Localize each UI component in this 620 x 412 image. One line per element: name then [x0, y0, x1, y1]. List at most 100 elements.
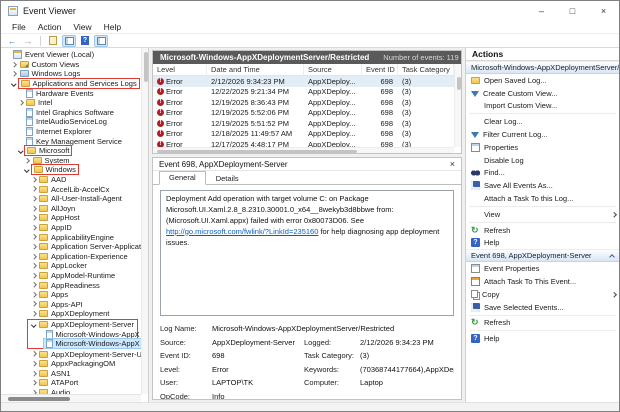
action-help[interactable]: Help [466, 332, 619, 345]
chevron-right-icon[interactable] [18, 100, 23, 106]
column-header-source[interactable]: Source [304, 64, 362, 75]
expand-toggle[interactable] [30, 311, 37, 317]
tree-item-applications-and-services-logs[interactable]: Applications and Services Logs [1, 78, 141, 90]
menu-view[interactable]: View [67, 22, 97, 32]
chevron-down-icon[interactable] [24, 167, 30, 173]
chevron-right-icon[interactable] [31, 370, 36, 376]
scrollbar-thumb[interactable] [157, 149, 357, 153]
list-vertical-scrollbar[interactable] [454, 64, 461, 147]
tree-item-appxpackagingom[interactable]: AppxPackagingOM [1, 359, 141, 369]
event-row[interactable]: Error 12/19/2025 8:36:43 PM AppXDeploy... 6… [153, 97, 454, 108]
tree-item-accellib-accelcx[interactable]: AccelLib-AccelCx [1, 184, 141, 194]
chevron-right-icon[interactable] [11, 61, 17, 67]
action-help[interactable]: Help [466, 237, 619, 250]
expand-toggle[interactable] [30, 272, 37, 278]
expand-toggle[interactable] [30, 292, 37, 298]
expand-toggle[interactable] [11, 61, 18, 67]
collapse-icon[interactable] [609, 254, 615, 260]
console-tree-toggle[interactable] [62, 34, 76, 47]
action-save-all-events-as[interactable]: Save All Events As... [466, 179, 619, 192]
action-create-custom-view[interactable]: Create Custom View... [466, 87, 619, 100]
chevron-right-icon[interactable] [31, 205, 36, 211]
tree-item-hardware-events[interactable]: Hardware Events [1, 88, 141, 98]
tree-item-microsoft-windows-appx[interactable]: Microsoft-Windows-AppX [28, 339, 141, 349]
action-pane-toggle[interactable] [94, 34, 108, 47]
help-button[interactable]: ? [78, 35, 92, 47]
tree-item-intel-graphics-software[interactable]: Intel Graphics Software [1, 107, 141, 118]
tree-item-microsoft-windows-appx[interactable]: Microsoft-Windows-AppX [28, 329, 140, 339]
expand-toggle[interactable] [30, 301, 37, 307]
expand-toggle[interactable] [11, 71, 18, 77]
maximize-button[interactable]: □ [557, 1, 588, 21]
tree-horizontal-scrollbar[interactable] [1, 394, 141, 402]
close-button[interactable]: × [588, 1, 619, 21]
tree-item-apps[interactable]: Apps [1, 290, 141, 300]
minimize-button[interactable]: – [526, 1, 557, 21]
column-header-task-category[interactable]: Task Category [398, 64, 454, 75]
tree-item-appxdeployment[interactable]: AppXDeployment [1, 309, 141, 319]
event-row[interactable]: Error 12/18/2025 11:49:57 AM AppXDeploy...… [153, 129, 454, 140]
chevron-down-icon[interactable] [31, 321, 36, 327]
column-header-event-id[interactable]: Event ID [362, 64, 398, 75]
action-find[interactable]: Find... [466, 167, 619, 180]
event-row[interactable]: Error 12/22/2025 9:21:34 PM AppXDeploy... 6… [153, 87, 454, 98]
tree-item-applocker[interactable]: AppLocker [1, 261, 141, 271]
chevron-down-icon[interactable] [11, 81, 17, 87]
action-filter-current-log[interactable]: Filter Current Log... [466, 128, 619, 141]
event-row[interactable]: Error 2/12/2026 9:34:23 PM AppXDeploy... 69… [153, 76, 454, 87]
tree-item-application-server-application[interactable]: Application Server-Application [1, 242, 141, 252]
tree-item-appmodel-runtime[interactable]: AppModel-Runtime [1, 271, 141, 281]
tab-general[interactable]: General [159, 171, 206, 185]
chevron-right-icon[interactable] [31, 215, 36, 221]
expand-toggle[interactable] [30, 380, 37, 386]
expand-toggle[interactable] [30, 215, 37, 221]
expand-toggle[interactable] [30, 263, 37, 269]
menu-file[interactable]: File [6, 22, 32, 32]
action-disable-log[interactable]: Disable Log [466, 154, 619, 167]
chevron-right-icon[interactable] [31, 244, 36, 250]
chevron-right-icon[interactable] [31, 301, 36, 307]
chevron-right-icon[interactable] [31, 225, 36, 230]
action-copy[interactable]: Copy [466, 288, 619, 301]
tree-item-appreadiness[interactable]: AppReadiness [1, 280, 141, 290]
chevron-right-icon[interactable] [11, 71, 17, 77]
tree-item-intelaudioservicelog[interactable]: IntelAudioServiceLog [1, 117, 141, 127]
chevron-right-icon[interactable] [31, 177, 36, 182]
chevron-right-icon[interactable] [31, 263, 36, 269]
chevron-right-icon[interactable] [31, 186, 36, 192]
expand-toggle[interactable] [30, 234, 37, 240]
tree-item-custom-views[interactable]: Custom Views [1, 60, 141, 70]
tree-item-alljoyn[interactable]: AllJoyn [1, 204, 141, 214]
tree-item-applicabilityengine[interactable]: ApplicabilityEngine [1, 232, 141, 242]
scrollbar-thumb[interactable] [456, 77, 461, 90]
forward-button[interactable]: → [21, 35, 35, 47]
chevron-right-icon[interactable] [31, 196, 36, 202]
expand-toggle[interactable] [30, 253, 37, 259]
expand-toggle[interactable] [30, 370, 37, 376]
expand-toggle[interactable] [30, 177, 37, 182]
tree-item-aad[interactable]: AAD [1, 175, 141, 185]
chevron-right-icon[interactable] [31, 272, 36, 278]
tree-item-microsoft[interactable]: Microsoft [1, 145, 141, 157]
chevron-right-icon[interactable] [31, 253, 36, 259]
tree-vertical-scrollbar[interactable] [141, 48, 148, 394]
tree-item-apphost[interactable]: AppHost [1, 213, 141, 223]
action-section-header-1[interactable]: Microsoft-Windows-AppXDeploymentServer/.… [466, 61, 619, 74]
tree-item-application-experience[interactable]: Application-Experience [1, 251, 141, 261]
close-detail-icon[interactable]: × [450, 158, 455, 171]
expand-toggle[interactable] [30, 205, 37, 211]
chevron-right-icon[interactable] [31, 380, 36, 386]
chevron-down-icon[interactable] [18, 148, 23, 154]
properties-button[interactable] [46, 35, 60, 47]
action-attach-a-task-to-this-log[interactable]: Attach a Task To this Log... [466, 192, 619, 205]
column-header-date-and-time[interactable]: Date and Time [207, 64, 304, 75]
tree-item-appid[interactable]: AppID [1, 223, 141, 233]
chevron-right-icon[interactable] [31, 361, 36, 367]
action-import-custom-view[interactable]: Import Custom View... [466, 100, 619, 113]
expand-toggle[interactable] [24, 167, 31, 173]
tree-item-ataport[interactable]: ATAPort [1, 378, 141, 388]
back-button[interactable]: ← [5, 35, 19, 47]
action-save-selected-events[interactable]: Save Selected Events... [466, 301, 619, 314]
tree-item-all-user-install-agent[interactable]: All-User-Install-Agent [1, 194, 141, 204]
scrollbar-thumb[interactable] [8, 397, 70, 401]
